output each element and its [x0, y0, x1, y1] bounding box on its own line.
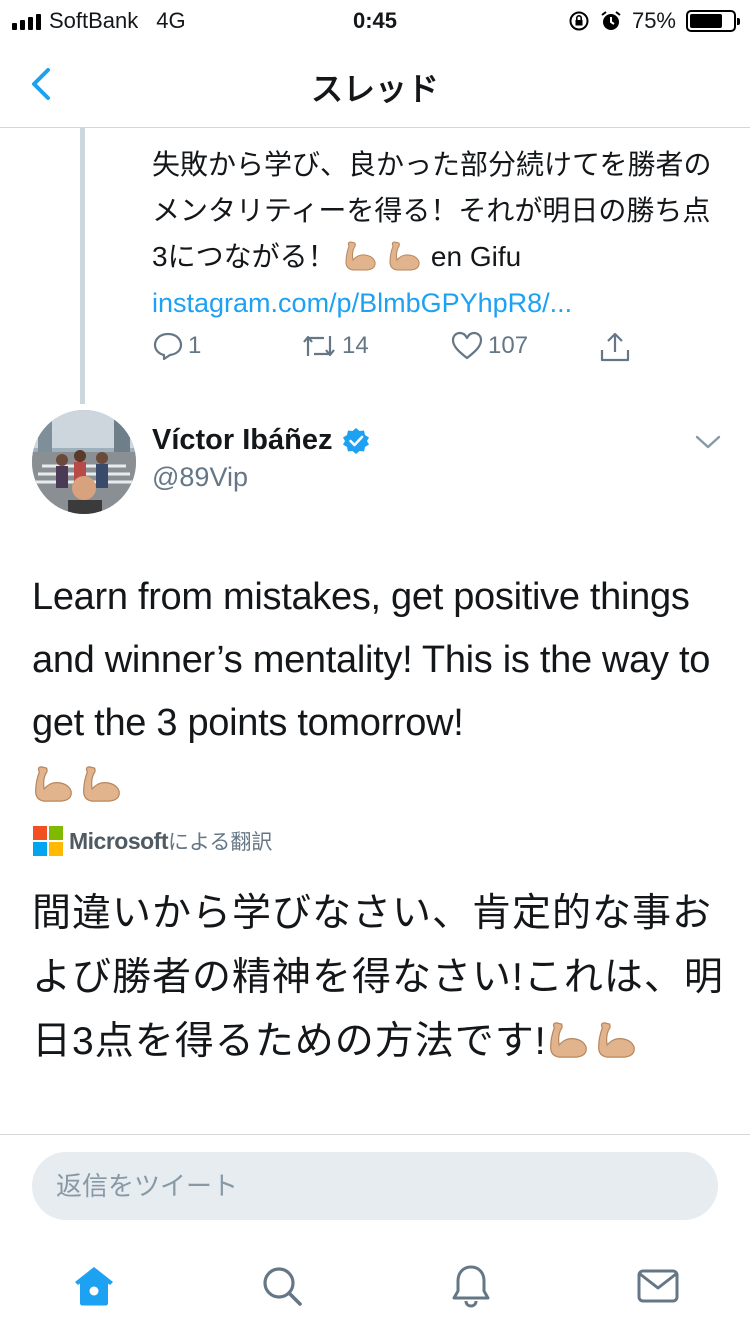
- share-button[interactable]: [598, 330, 632, 364]
- translation-label: による翻訳: [168, 831, 273, 854]
- flexed-biceps-emoji-icon: [549, 1022, 587, 1058]
- reply-count: 1: [188, 332, 202, 359]
- previous-tweet-location: en Gifu: [430, 241, 522, 272]
- share-icon: [600, 332, 630, 362]
- avatar-photo: [32, 410, 136, 514]
- previous-tweet[interactable]: 失敗から学び、良かった部分続けてを勝者のメンタリティーを得る！それが明日の勝ち点…: [152, 142, 712, 326]
- previous-tweet-text: 失敗から学び、良かった部分続けてを勝者のメンタリティーを得る！それが明日の勝ち点…: [152, 142, 712, 280]
- flexed-biceps-emoji-icon: [597, 1022, 635, 1058]
- chevron-down-icon[interactable]: [694, 432, 722, 452]
- tweet-body-text: Learn from mistakes, get positive things…: [32, 576, 711, 744]
- flexed-biceps-emoji-icon: [83, 766, 120, 802]
- like-button[interactable]: 107: [450, 330, 528, 362]
- flexed-biceps-emoji-icon: [345, 241, 376, 271]
- alarm-icon: [601, 11, 621, 30]
- author-display-name: Víctor Ibáñez: [152, 424, 333, 456]
- tweet-text: Learn from mistakes, get positive things…: [32, 566, 722, 818]
- verified-badge-icon: [342, 427, 369, 454]
- status-bar: SoftBank 4G 0:45 75%: [0, 0, 750, 40]
- translation-attribution[interactable]: Microsoft による翻訳: [33, 826, 272, 856]
- orientation-lock-icon: [569, 11, 589, 31]
- search-icon[interactable]: [258, 1262, 306, 1310]
- instagram-link[interactable]: instagram.com/p/BlmbGPYhpR8/...: [152, 280, 712, 326]
- thread-connector: [80, 128, 85, 404]
- flexed-biceps-emoji-icon: [35, 766, 72, 802]
- tweet-actions: 1 14 107: [152, 330, 652, 370]
- status-right: 75%: [568, 8, 740, 34]
- battery-percent: 75%: [631, 8, 676, 33]
- retweet-icon: [303, 335, 335, 357]
- avatar[interactable]: [32, 410, 136, 514]
- heart-icon: [451, 331, 483, 360]
- microsoft-logo-icon: [33, 826, 63, 856]
- battery-icon: [686, 10, 740, 32]
- page-title: スレッド: [310, 71, 439, 107]
- reply-button[interactable]: 1: [152, 330, 201, 362]
- flexed-biceps-emoji-icon: [389, 241, 420, 271]
- nav-bar: スレッド: [0, 40, 750, 128]
- reply-input[interactable]: [32, 1152, 718, 1220]
- author-handle[interactable]: @89Vip: [152, 462, 248, 493]
- retweet-button[interactable]: 14: [300, 330, 369, 362]
- reply-icon: [153, 332, 183, 361]
- tab-bar: [0, 1240, 750, 1334]
- reply-divider: [0, 1134, 750, 1135]
- translation-provider: Microsoft: [69, 827, 169, 854]
- messages-icon[interactable]: [634, 1262, 682, 1310]
- translated-tweet-text: 間違いから学びなさい、肯定的な事および勝者の精神を得なさい!これは、明日3点を得…: [32, 882, 732, 1074]
- author-name[interactable]: Víctor Ibáñez: [152, 424, 371, 457]
- home-icon[interactable]: [70, 1262, 118, 1310]
- like-count: 107: [488, 332, 529, 359]
- battery-fill: [690, 14, 722, 28]
- retweet-count: 14: [342, 332, 369, 359]
- notifications-icon[interactable]: [447, 1262, 495, 1310]
